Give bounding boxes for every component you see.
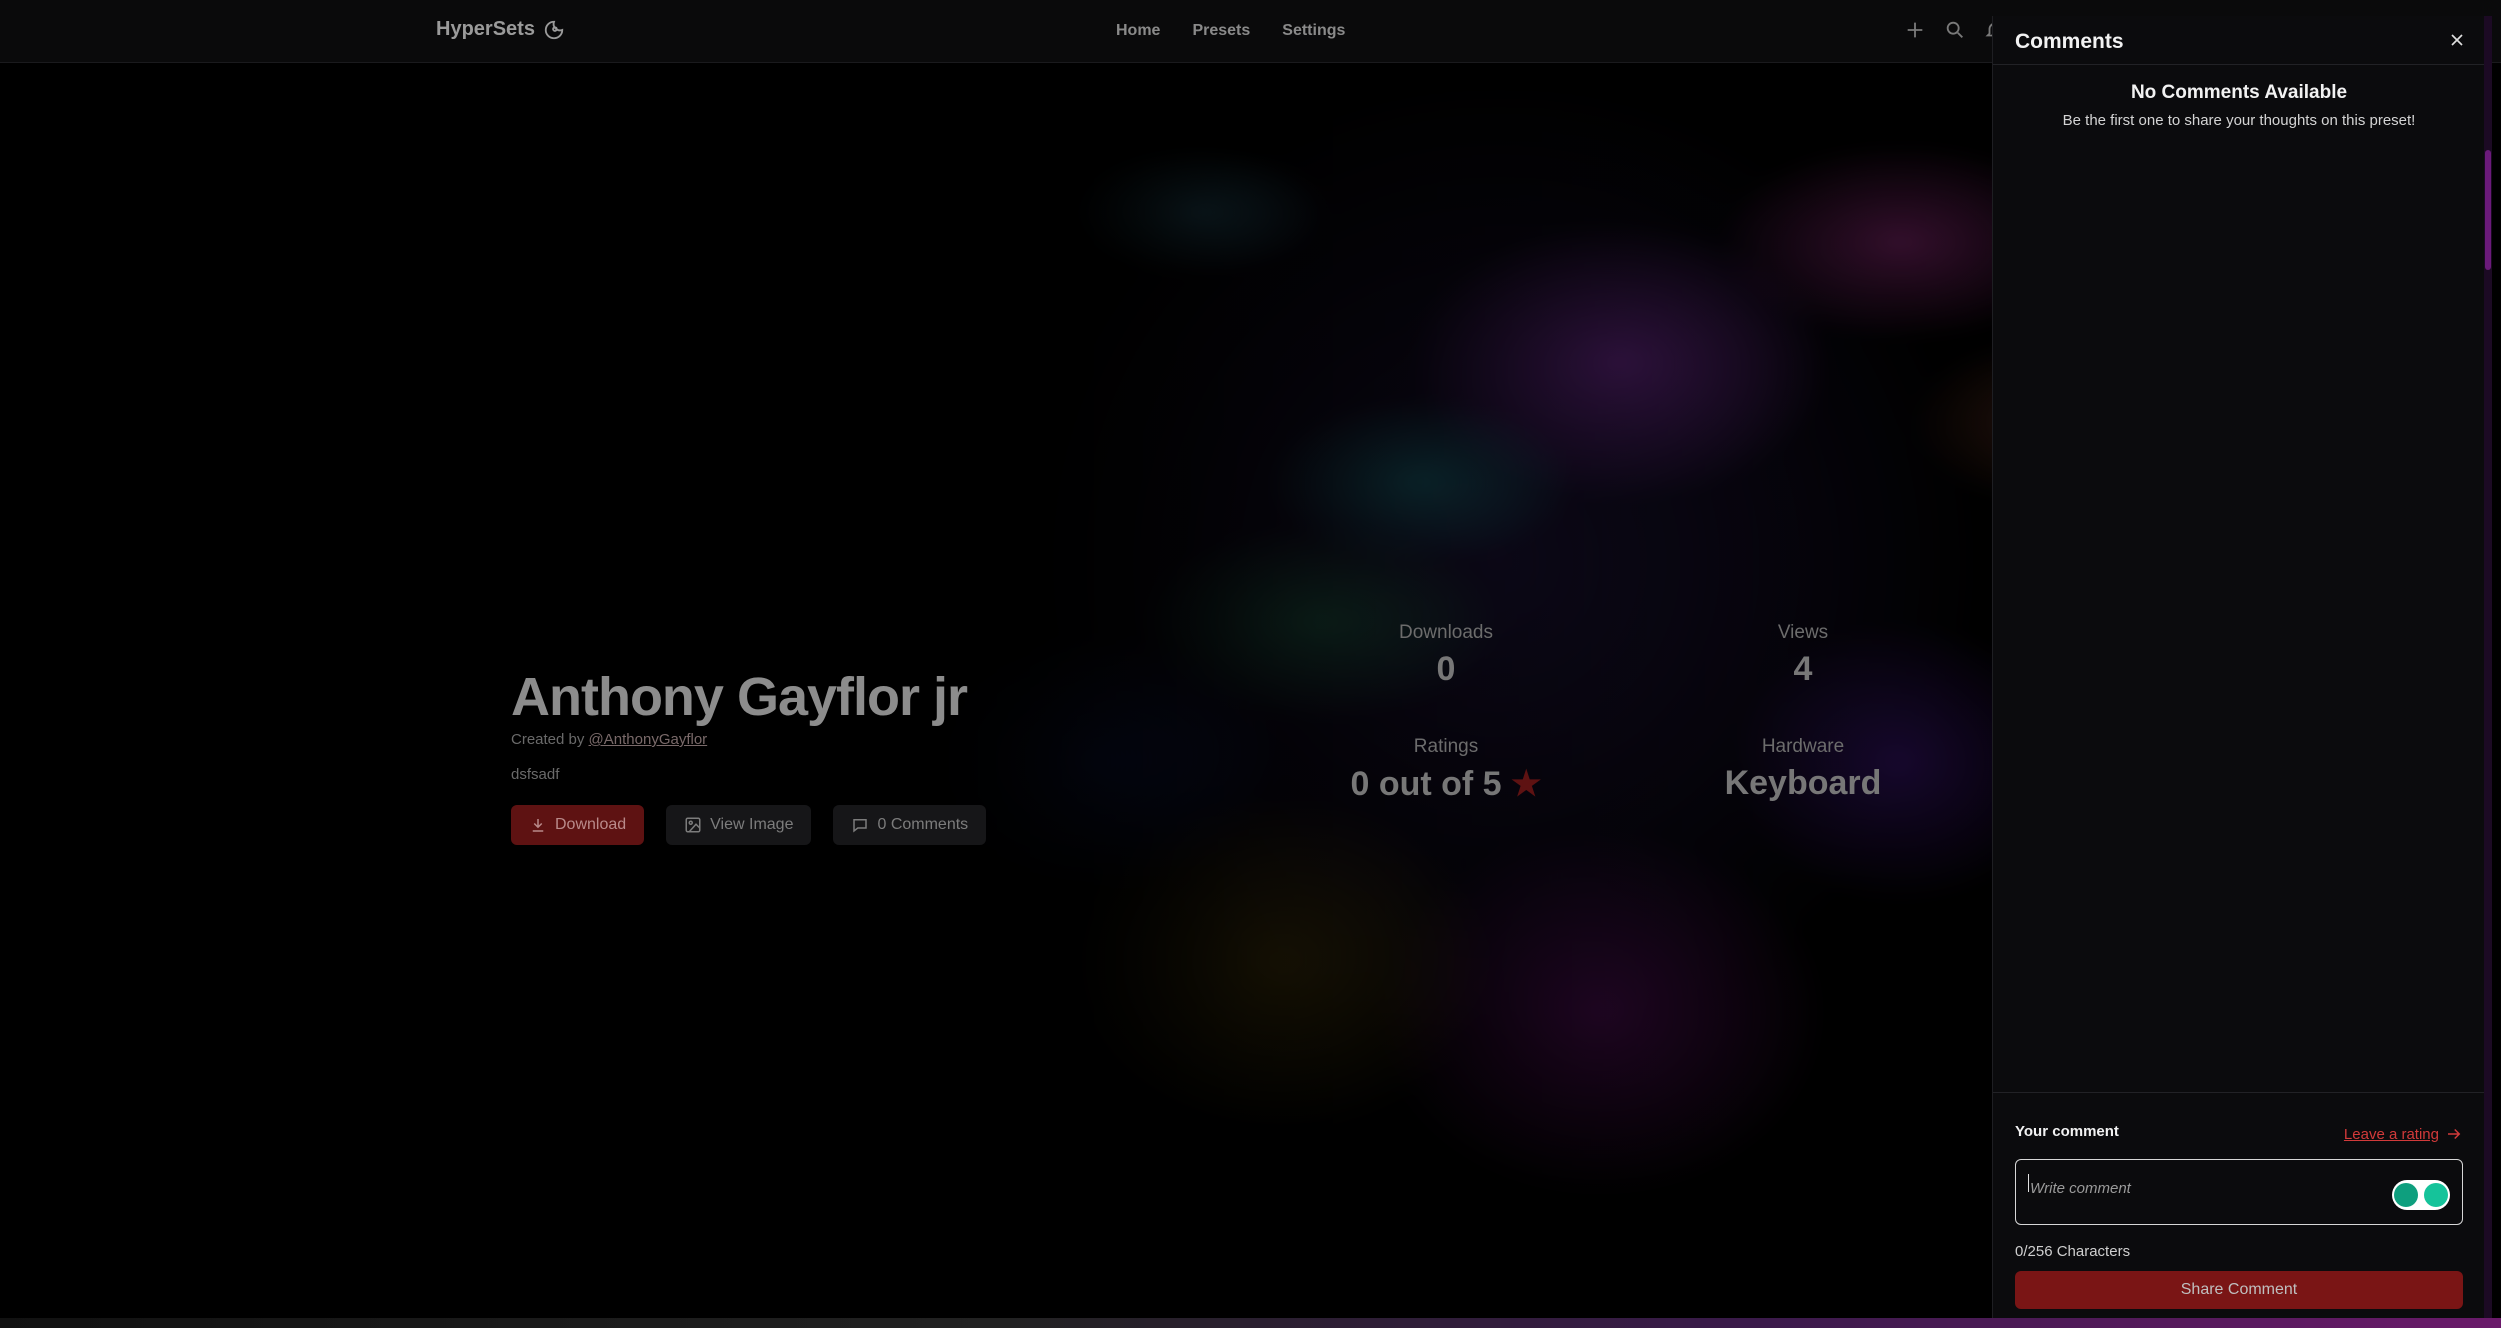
preset-title: Anthony Gayflor jr xyxy=(511,667,968,727)
comment-icon xyxy=(853,819,868,833)
drawer-title: Comments xyxy=(2015,30,2124,53)
preset-description: dsfsadf xyxy=(511,766,560,783)
stat-ratings-value: 0 out of 5 xyxy=(1350,765,1502,803)
stat-downloads: Downloads 0 xyxy=(1296,622,1596,689)
text-caret xyxy=(2028,1174,2029,1192)
comment-form: Your comment Leave a rating 0/256 Charac… xyxy=(1993,1092,2485,1319)
share-comment-button[interactable]: Share Comment xyxy=(2015,1271,2463,1309)
stat-hardware-label: Hardware xyxy=(1761,736,1845,757)
nav-link-presets[interactable]: Presets xyxy=(1192,22,1250,40)
arrow-right-icon xyxy=(2448,1128,2461,1140)
created-by-label: Created by xyxy=(511,731,589,748)
comment-box xyxy=(2015,1159,2463,1225)
logo-icon xyxy=(544,20,564,39)
scrollbar-thumb[interactable] xyxy=(2485,150,2491,270)
bottom-edge xyxy=(0,1318,2501,1328)
close-icon[interactable] xyxy=(2447,30,2467,50)
stat-hardware: Hardware Keyboard xyxy=(1653,736,1953,803)
leave-rating-link[interactable]: Leave a rating xyxy=(2344,1125,2463,1143)
stat-views-label: Views xyxy=(1777,622,1829,643)
stat-hardware-value: Keyboard xyxy=(1724,764,1882,802)
nav-actions xyxy=(1904,19,2006,41)
stat-views-value: 4 xyxy=(1793,650,1813,688)
nav-links: Home Presets Settings xyxy=(1116,22,1345,40)
empty-state-title: No Comments Available xyxy=(2130,82,2348,103)
comment-input[interactable] xyxy=(2028,1172,2382,1204)
nav-link-settings[interactable]: Settings xyxy=(1282,22,1345,40)
stat-downloads-value: 0 xyxy=(1436,650,1456,688)
preset-actions: Download View Image 0 Comments xyxy=(511,805,987,845)
plus-icon[interactable] xyxy=(1904,19,1926,41)
view-image-button[interactable]: View Image xyxy=(666,805,812,845)
image-icon xyxy=(685,817,701,833)
stat-ratings-label: Ratings xyxy=(1413,736,1479,757)
preset-details: Anthony Gayflor jr Created by @AnthonyGa… xyxy=(511,665,987,845)
created-by: Created by @AnthonyGayflor xyxy=(511,731,986,748)
download-button[interactable]: Download xyxy=(511,805,645,845)
comments-button[interactable]: 0 Comments xyxy=(833,805,987,845)
comments-count-label: 0 Comments xyxy=(877,816,969,833)
star-icon: ★ xyxy=(1511,765,1542,803)
nav-link-home[interactable]: Home xyxy=(1116,22,1160,40)
download-icon xyxy=(532,819,544,832)
stat-ratings: Ratings 0 out of 5 ★ xyxy=(1296,736,1596,804)
your-comment-label: Your comment xyxy=(2015,1123,2119,1140)
empty-state-subtitle: Be the first one to share your thoughts … xyxy=(2062,112,2416,129)
download-label: Download xyxy=(555,816,627,833)
brand-name: HyperSets xyxy=(436,18,535,40)
brand-logo[interactable]: HyperSets xyxy=(436,18,565,41)
leave-rating-label: Leave a rating xyxy=(2343,1125,2439,1143)
search-icon[interactable] xyxy=(1944,19,1966,41)
comments-drawer: Comments No Comments Available Be the fi… xyxy=(1992,16,2485,1318)
stat-downloads-label: Downloads xyxy=(1399,622,1493,643)
stat-ratings-row: 0 out of 5 ★ xyxy=(1296,764,1596,804)
stat-views: Views 4 xyxy=(1653,622,1953,689)
view-image-label: View Image xyxy=(710,816,794,833)
author-link[interactable]: @AnthonyGayflor xyxy=(589,731,708,748)
drawer-header: Comments xyxy=(1993,16,2485,65)
char-count: 0/256 Characters xyxy=(2015,1243,2131,1260)
grammarly-icon[interactable] xyxy=(2392,1180,2450,1210)
